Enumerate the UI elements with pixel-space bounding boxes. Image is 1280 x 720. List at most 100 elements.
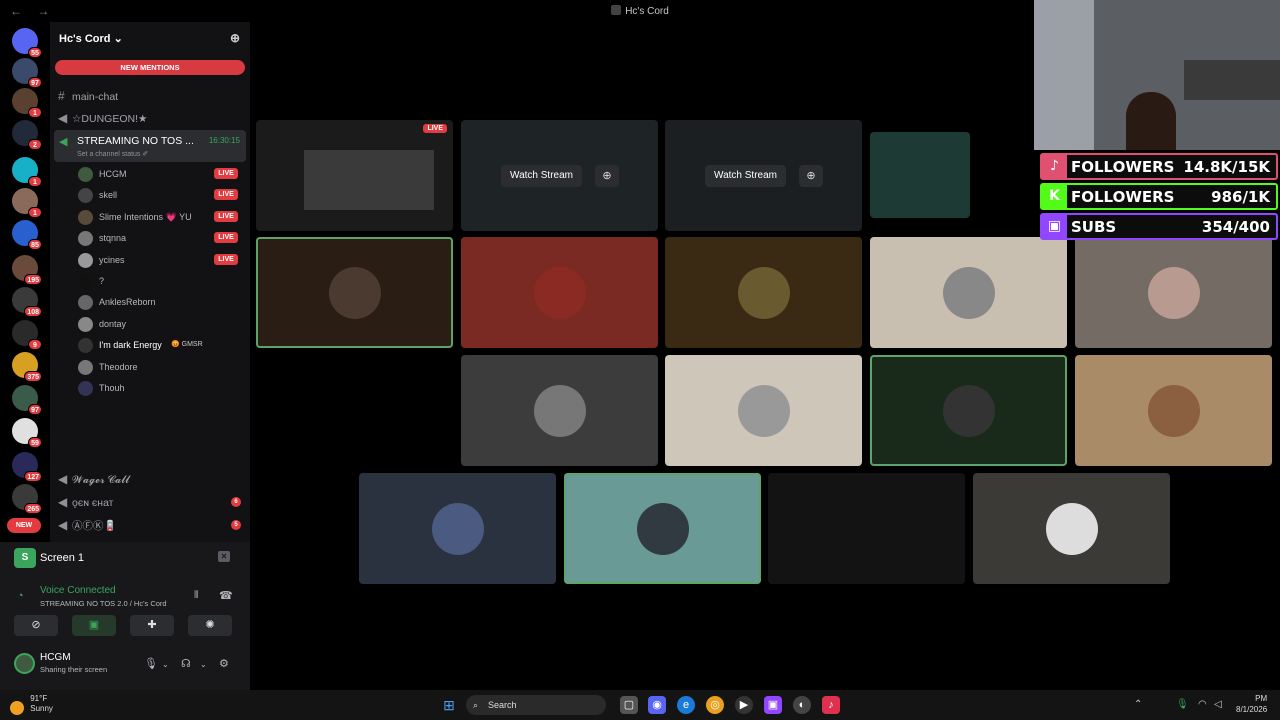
server-header[interactable]: Hc's Cord ⌄ ⊕: [50, 22, 250, 54]
stop-share-button[interactable]: ▣: [72, 615, 116, 636]
server-icon[interactable]: 97: [12, 385, 42, 415]
voice-channel-active[interactable]: ◀ STREAMING NO TOS ... Set a channel sta…: [54, 130, 246, 162]
stream-preview-live[interactable]: LIVE: [256, 120, 453, 231]
voice-user[interactable]: Theodore: [78, 357, 242, 377]
server-icon[interactable]: 1: [12, 157, 42, 187]
server-icon[interactable]: 265: [12, 484, 42, 514]
volume-icon[interactable]: ◁: [1214, 699, 1222, 710]
chevron-up-icon[interactable]: ⌃: [1134, 699, 1142, 710]
participant-tile[interactable]: [665, 355, 862, 466]
windows-start-icon[interactable]: ⊞: [440, 696, 458, 714]
unread-badge: 6: [231, 497, 241, 507]
twitch-icon[interactable]: ▣: [764, 696, 782, 714]
participant-tile[interactable]: [1075, 237, 1272, 348]
popout-icon[interactable]: ⊕: [799, 165, 823, 187]
speaker-icon: ◀: [58, 518, 68, 532]
discord-icon[interactable]: ◉: [648, 696, 666, 714]
voice-user[interactable]: Slime Intentions 💗 YU LIVE: [78, 207, 242, 227]
avatar: [78, 188, 93, 204]
server-name: Hc's Cord: [59, 33, 111, 45]
voice-user[interactable]: HCGM LIVE: [78, 164, 242, 184]
participant-tile[interactable]: [564, 473, 761, 584]
channel-dungeon[interactable]: ◀ ☆DUNGEON!★: [58, 109, 244, 127]
media-player-icon[interactable]: ▶: [735, 696, 753, 714]
taskbar-search[interactable]: ⌕ Search: [466, 695, 606, 715]
chrome-icon[interactable]: ◎: [706, 696, 724, 714]
avatar: [533, 266, 586, 319]
participant-tile[interactable]: [870, 355, 1067, 466]
voice-channel-name: STREAMING NO TOS ...: [77, 135, 194, 147]
server-icon[interactable]: 108: [12, 287, 42, 317]
screen-share-icon: S: [14, 548, 36, 568]
server-icon[interactable]: 1: [12, 188, 42, 218]
stream-preview[interactable]: Watch Stream ⊕: [461, 120, 658, 231]
server-icon[interactable]: 195: [12, 255, 42, 285]
channel-main-chat[interactable]: # main-chat: [58, 87, 244, 105]
voice-user[interactable]: ycines LIVE: [78, 250, 242, 270]
activities-button[interactable]: ✚: [130, 615, 174, 636]
participant-tile[interactable]: [461, 355, 658, 466]
voice-user[interactable]: AnklesReborn: [78, 292, 242, 312]
microphone-icon[interactable]: 🎙: [1176, 699, 1189, 710]
voice-user[interactable]: ?: [78, 271, 242, 291]
channel-afk[interactable]: ◀ ⒶⒻⓀ🪫 5: [58, 516, 244, 534]
disconnect-icon[interactable]: ☎: [219, 589, 233, 602]
camera-off-button[interactable]: ⊘: [14, 615, 58, 636]
wifi-icon[interactable]: ◠: [1198, 699, 1207, 710]
voice-connected-title[interactable]: Voice Connected: [40, 585, 116, 596]
server-icon[interactable]: 9: [12, 320, 42, 350]
participant-tile[interactable]: [359, 473, 556, 584]
goal-label: FOLLOWERS: [1071, 188, 1175, 206]
gear-icon[interactable]: ⚙: [219, 657, 229, 670]
soundboard-button[interactable]: ✺: [188, 615, 232, 636]
weather-widget[interactable]: 91°F Sunny: [10, 694, 53, 715]
voice-user[interactable]: stqnna LIVE: [78, 228, 242, 248]
server-icon[interactable]: 2: [12, 120, 42, 150]
avatar[interactable]: [14, 653, 35, 674]
server-icon[interactable]: 59: [12, 418, 42, 448]
clock[interactable]: PM 8/1/2026: [1236, 693, 1267, 715]
channel-gen[interactable]: ◀ ǫєɴ єнат 6: [58, 493, 244, 511]
voice-user[interactable]: skell LIVE: [78, 185, 242, 205]
close-icon[interactable]: ✕: [218, 551, 230, 562]
participant-tile[interactable]: [256, 237, 453, 348]
channel-wager[interactable]: ◀ 𝓦𝓪𝓰𝓮𝓻 𝓒𝓪𝓵𝓵: [58, 470, 244, 488]
participant-tile[interactable]: [870, 237, 1067, 348]
tiktok-icon[interactable]: ♪: [822, 696, 840, 714]
voice-user[interactable]: Thouh: [78, 378, 242, 398]
watch-stream-button[interactable]: Watch Stream: [501, 165, 582, 187]
server-icon[interactable]: 55: [12, 28, 42, 58]
task-view-icon[interactable]: ▢: [620, 696, 638, 714]
voice-user[interactable]: dontay: [78, 314, 242, 334]
participant-tile[interactable]: [665, 237, 862, 348]
participant-tile[interactable]: [768, 473, 965, 584]
server-icon[interactable]: 375: [12, 352, 42, 382]
new-unreads-pill[interactable]: NEW: [7, 518, 41, 533]
add-user-icon[interactable]: ⊕: [230, 31, 240, 45]
chevron-down-icon[interactable]: ⌄: [200, 660, 207, 669]
participant-tile[interactable]: [461, 237, 658, 348]
server-icon[interactable]: 127: [12, 452, 42, 482]
mention-badge: 195: [24, 274, 42, 285]
obs-icon[interactable]: ◐: [793, 696, 811, 714]
voice-connected-channel[interactable]: STREAMING NO TOS 2.0 / Hc's Cord: [40, 599, 167, 608]
voice-user-name: skell: [99, 190, 118, 201]
chevron-down-icon[interactable]: ⌄: [162, 660, 169, 669]
participant-tile[interactable]: [1075, 355, 1272, 466]
voice-user[interactable]: I'm dark Energy 😡 GMSR: [78, 335, 242, 355]
stream-preview[interactable]: [870, 132, 970, 218]
microphone-icon[interactable]: 🎙: [144, 657, 158, 670]
stream-preview[interactable]: Watch Stream ⊕: [665, 120, 862, 231]
voice-user-name: stqnna: [99, 233, 127, 244]
noise-suppression-icon[interactable]: ⦀: [194, 590, 198, 601]
channel-status[interactable]: Set a channel status ✐: [77, 150, 148, 158]
edge-icon[interactable]: e: [677, 696, 695, 714]
server-icon[interactable]: 1: [12, 88, 42, 118]
server-icon[interactable]: 97: [12, 58, 42, 88]
headphones-icon[interactable]: ☊: [181, 657, 191, 670]
watch-stream-button[interactable]: Watch Stream: [705, 165, 786, 187]
popout-icon[interactable]: ⊕: [595, 165, 619, 187]
new-mentions-banner[interactable]: NEW MENTIONS: [55, 60, 245, 75]
server-icon[interactable]: 85: [12, 220, 42, 250]
participant-tile[interactable]: [973, 473, 1170, 584]
